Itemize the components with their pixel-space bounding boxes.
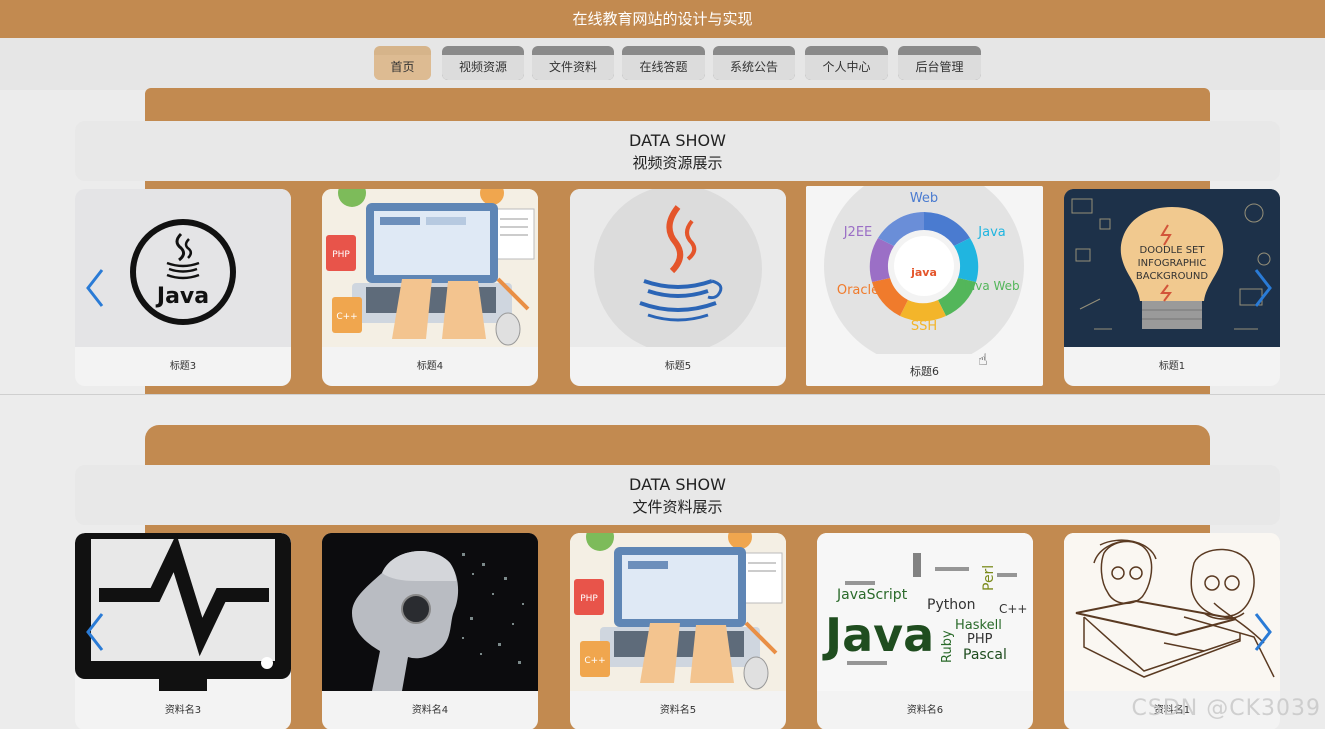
nav-videos[interactable]: 视频资源 — [442, 46, 524, 80]
word-java: Java — [822, 608, 934, 662]
php-badge-label: PHP — [580, 594, 598, 604]
section-divider — [0, 394, 1325, 395]
video-card[interactable]: PHP C++ 标题4 — [322, 189, 538, 386]
chevron-right-icon — [1254, 269, 1272, 307]
word-cpp: C++ — [999, 602, 1028, 616]
video-heading-cn: 视频资源展示 — [632, 154, 723, 172]
file-card-caption: 资料名4 — [411, 705, 449, 716]
file-card[interactable]: PHP C++ 资料名5 — [570, 533, 786, 729]
video-card-caption: 标题1 — [1158, 361, 1186, 372]
file-heading-cn: 文件资料展示 — [632, 498, 723, 516]
video-card-caption: 标题5 — [664, 361, 692, 372]
video-carousel-prev-button[interactable] — [80, 266, 110, 310]
nav-home[interactable]: 首页 — [374, 46, 431, 80]
java-cup-image — [570, 189, 786, 347]
wheel-label-java: Java — [977, 225, 1005, 240]
wheel-label-ssh: SSH — [911, 319, 937, 334]
video-card-caption: 标题3 — [169, 361, 197, 372]
file-carousel-prev-button[interactable] — [80, 610, 110, 654]
word-perl: Perl — [981, 565, 997, 591]
video-card-caption: 标题4 — [416, 361, 444, 372]
wheel-label-web: Web — [910, 191, 938, 206]
video-card-caption: 标题6 — [910, 365, 939, 378]
video-card[interactable]: 标题5 — [570, 189, 786, 386]
main-nav: 首页 视频资源 文件资料 在线答题 系统公告 个人中心 后台管理 — [0, 38, 1325, 90]
word-pascal: Pascal — [963, 647, 1007, 663]
java-logo-text: Java — [155, 284, 209, 309]
file-card-caption: 资料名6 — [906, 705, 944, 716]
wheel-label-oracle: Oracle — [837, 283, 879, 298]
video-card[interactable]: java Web Java Java Web SSH Oracle J2EE 标… — [806, 186, 1043, 386]
doodle-label-2: INFOGRAPHIC — [1138, 258, 1207, 269]
nav-notices[interactable]: 系统公告 — [713, 46, 795, 80]
file-carousel-next-button[interactable] — [1248, 610, 1278, 654]
video-carousel-next-button[interactable] — [1248, 266, 1278, 310]
site-title: 在线教育网站的设计与实现 — [572, 10, 753, 28]
robot-head-image — [322, 533, 538, 691]
file-card-caption: 资料名3 — [164, 705, 202, 716]
programming-word-cloud-image: Java JavaScript Python Haskell PHP Pasca… — [817, 533, 1033, 691]
word-php: PHP — [967, 632, 993, 647]
cpp-badge-label: C++ — [336, 312, 357, 322]
word-python: Python — [927, 597, 976, 613]
pointer-cursor-icon: ☝ — [978, 350, 988, 369]
nav-admin[interactable]: 后台管理 — [898, 46, 981, 80]
word-javascript: JavaScript — [836, 587, 908, 603]
doodle-label-3: BACKGROUND — [1136, 271, 1208, 282]
laptop-illustration: PHP C++ — [570, 533, 786, 691]
php-badge-label: PHP — [332, 250, 350, 260]
file-heading-en: DATA SHOW — [629, 475, 726, 494]
video-section-heading: DATA SHOW 视频资源展示 — [75, 121, 1280, 181]
wheel-label-javaweb: Java Web — [963, 279, 1019, 293]
nav-quiz[interactable]: 在线答题 — [622, 46, 705, 80]
wheel-center-label: java — [910, 266, 937, 279]
chevron-left-icon — [86, 269, 104, 307]
file-section-heading: DATA SHOW 文件资料展示 — [75, 465, 1280, 525]
java-tech-wheel-image: java Web Java Java Web SSH Oracle J2EE — [806, 186, 1043, 354]
chevron-right-icon — [1254, 613, 1272, 651]
file-card[interactable]: Java JavaScript Python Haskell PHP Pasca… — [817, 533, 1033, 729]
nav-profile[interactable]: 个人中心 — [805, 46, 888, 80]
chevron-left-icon — [86, 613, 104, 651]
wheel-label-j2ee: J2EE — [843, 225, 873, 240]
video-heading-en: DATA SHOW — [629, 131, 726, 150]
word-haskell: Haskell — [955, 618, 1002, 633]
doodle-label-1: DOODLE SET — [1140, 245, 1206, 256]
file-card[interactable]: 资料名4 — [322, 533, 538, 729]
word-ruby: Ruby — [940, 630, 955, 663]
file-card-caption: 资料名5 — [659, 705, 697, 716]
cpp-badge-label: C++ — [584, 656, 605, 666]
csdn-watermark: CSDN @CK3039 — [1131, 696, 1321, 721]
laptop-illustration: PHP C++ — [322, 189, 538, 347]
nav-files[interactable]: 文件资料 — [532, 46, 614, 80]
